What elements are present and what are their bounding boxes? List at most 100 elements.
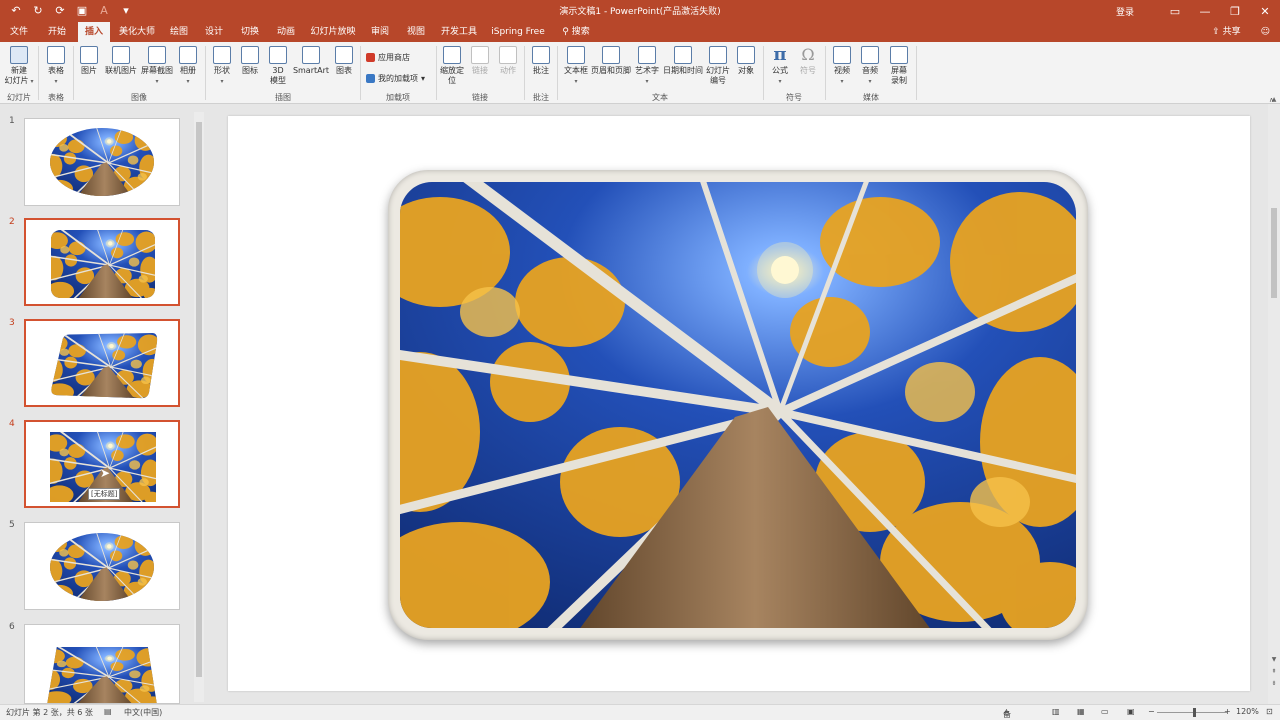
smartart-button[interactable]: SmartArt <box>292 46 330 76</box>
slide-thumbnail-1[interactable] <box>24 118 180 206</box>
album-button[interactable]: 相册 ▾ <box>176 46 200 87</box>
tab-insert[interactable]: 插入 <box>78 22 110 42</box>
zoom-slider-thumb[interactable] <box>1193 708 1197 717</box>
group-slides-label: 幻灯片 <box>7 93 31 102</box>
new-slide-button[interactable]: 新建 幻灯片 ▾ <box>4 46 34 87</box>
shapes-button[interactable]: 形状 ▾ <box>210 46 234 87</box>
album-icon <box>179 46 197 64</box>
tab-ispring[interactable]: iSpring Free <box>488 22 548 42</box>
tab-file[interactable]: 文件 <box>4 22 34 42</box>
group-media-label: 媒体 <box>863 93 879 102</box>
lightbulb-icon: ⚲ <box>562 27 572 37</box>
editor-scroll-thumb[interactable] <box>1271 208 1277 298</box>
zoom-slider[interactable] <box>1157 712 1227 713</box>
slide-thumbnail-4[interactable]: [无标题] ➤ <box>24 420 180 508</box>
normal-view-icon[interactable]: ▥ <box>1052 707 1060 716</box>
slide-number-button[interactable]: 幻灯片 编号 <box>705 46 731 86</box>
minimize-icon[interactable]: — <box>1190 5 1220 18</box>
textbox-button[interactable]: 文本框 ▾ <box>562 46 590 87</box>
tab-transitions[interactable]: 切换 <box>236 22 264 42</box>
group-symbols-label: 符号 <box>786 93 802 102</box>
tooltip: [无标题] <box>88 488 121 500</box>
link-icon <box>471 46 489 64</box>
tab-draw[interactable]: 绘图 <box>166 22 192 42</box>
wordart-icon <box>638 46 656 64</box>
3d-model-button[interactable]: 3D 模型 <box>266 46 290 86</box>
tab-search[interactable]: ⚲ 搜索 <box>556 22 596 42</box>
tab-review[interactable]: 审阅 <box>366 22 394 42</box>
screenshot-button[interactable]: 屏幕截图 ▾ <box>140 46 174 87</box>
slide-canvas[interactable] <box>228 116 1250 691</box>
slide-sorter-icon[interactable]: ▦ <box>1077 707 1085 716</box>
header-footer-icon <box>602 46 620 64</box>
audio-button[interactable]: 音频 ▾ <box>858 46 882 87</box>
next-slide-icon[interactable]: ⇟ <box>1269 680 1279 687</box>
spellcheck-icon[interactable]: ▤ <box>104 707 112 716</box>
thumb-picture <box>50 128 154 196</box>
action-button[interactable]: 动作 <box>496 46 520 76</box>
chart-button[interactable]: 图表 <box>332 46 356 76</box>
editor-scrollbar[interactable]: ▲ ▼ ⇞ ⇟ <box>1268 96 1280 704</box>
zoom-out-icon[interactable]: − <box>1148 707 1155 716</box>
login-link[interactable]: 登录 <box>1116 5 1134 18</box>
smiley-icon[interactable]: ☺ <box>1261 22 1270 42</box>
online-picture-icon <box>112 46 130 64</box>
wordart-button[interactable]: 艺术字 ▾ <box>634 46 660 87</box>
slide-count: 幻灯片 第 2 张，共 6 张 <box>6 708 93 717</box>
restore-icon[interactable]: ❐ <box>1220 5 1250 18</box>
mouse-cursor-icon: ➤ <box>100 466 111 480</box>
slide-number-icon <box>709 46 727 64</box>
slide-number: 3 <box>9 318 15 328</box>
tab-home[interactable]: 开始 <box>42 22 72 42</box>
icons-button[interactable]: 图标 <box>238 46 262 76</box>
share-button[interactable]: ⇪ 共享 ☺ <box>1212 22 1270 42</box>
slide-thumbnail-2[interactable] <box>24 218 180 306</box>
zoom-level[interactable]: 120% <box>1236 707 1259 716</box>
picture-button[interactable]: 图片 <box>78 46 100 76</box>
tab-beautify[interactable]: 美化大师 <box>116 22 158 42</box>
picture-frame[interactable] <box>388 170 1088 640</box>
panel-scrollbar[interactable] <box>194 112 204 702</box>
group-illustrations-label: 插图 <box>275 93 291 102</box>
online-picture-button[interactable]: 联机图片 <box>103 46 139 76</box>
language-indicator[interactable]: 中文(中国) <box>124 707 162 718</box>
previous-slide-icon[interactable]: ⇞ <box>1269 668 1279 675</box>
window-title: 演示文稿1 - PowerPoint(产品激活失败) <box>559 7 721 17</box>
tab-design[interactable]: 设计 <box>200 22 228 42</box>
table-button[interactable]: 表格 ▾ <box>44 46 68 87</box>
slideshow-icon[interactable]: ▣ <box>1127 707 1135 716</box>
close-icon[interactable]: ✕ <box>1250 5 1280 18</box>
tab-developer[interactable]: 开发工具 <box>438 22 480 42</box>
reading-view-icon[interactable]: ▭ <box>1101 707 1109 716</box>
panel-scroll-thumb[interactable] <box>196 122 202 677</box>
scroll-down-icon[interactable]: ▼ <box>1269 656 1279 663</box>
object-button[interactable]: 对象 <box>734 46 758 76</box>
ribbon-display-icon[interactable]: ▭ <box>1160 5 1190 18</box>
link-button[interactable]: 链接 <box>468 46 492 76</box>
zoom-in-icon[interactable]: + <box>1224 707 1231 716</box>
screen-recording-icon <box>890 46 908 64</box>
fit-slide-icon[interactable]: ⊡ <box>1266 707 1273 716</box>
slide-thumbnail-5[interactable] <box>24 522 180 610</box>
header-footer-button[interactable]: 页眉和页脚 <box>590 46 632 76</box>
addins-icon <box>366 74 375 83</box>
tab-animations[interactable]: 动画 <box>272 22 300 42</box>
slide-thumbnail-3[interactable] <box>24 319 180 407</box>
group-tables-label: 表格 <box>48 93 64 102</box>
ribbon: 新建 幻灯片 ▾ 幻灯片 表格 ▾ 表格 图片 联机图片 屏幕截图 ▾ 相册 ▾ 图像… <box>0 42 1280 104</box>
scroll-up-icon[interactable]: ▲ <box>1269 96 1279 103</box>
equation-button[interactable]: π 公式 ▾ <box>768 46 792 87</box>
symbol-button[interactable]: Ω 符号 <box>796 46 820 76</box>
video-button[interactable]: 视频 ▾ <box>830 46 854 87</box>
aspen-forest-picture[interactable] <box>400 182 1076 628</box>
store-button[interactable]: 应用商店 <box>366 52 410 63</box>
slide-thumbnail-6[interactable] <box>24 624 180 704</box>
comment-button[interactable]: 批注 <box>529 46 553 76</box>
datetime-button[interactable]: 日期和时间 <box>662 46 704 76</box>
my-addins-button[interactable]: 我的加载项 ▾ <box>366 73 425 84</box>
picture-icon <box>80 46 98 64</box>
tab-slideshow[interactable]: 幻灯片放映 <box>308 22 358 42</box>
screen-recording-button[interactable]: 屏幕 录制 <box>886 46 912 86</box>
zoom-button[interactable]: 缩放定 位 <box>439 46 465 86</box>
tab-view[interactable]: 视图 <box>402 22 430 42</box>
